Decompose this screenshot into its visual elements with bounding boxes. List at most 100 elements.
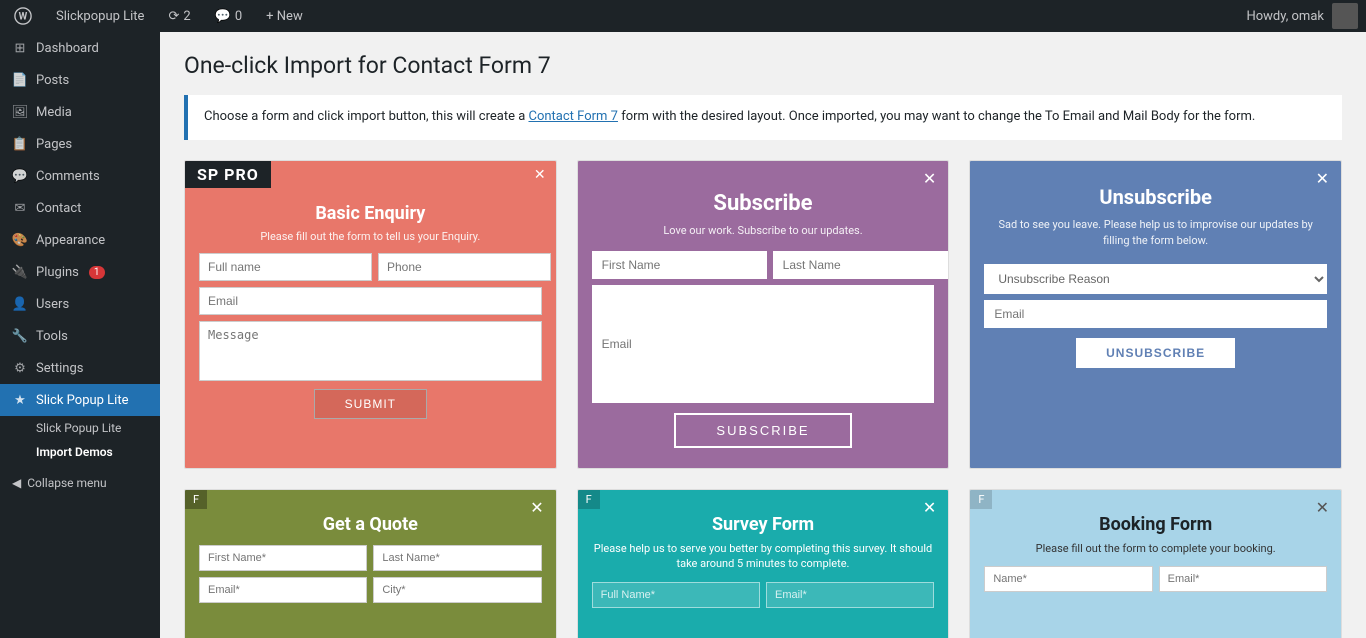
notice-text-before: Choose a form and click import button, t… [204, 109, 529, 124]
subitem-label-slick-popup-lite: Slick Popup Lite [36, 421, 121, 435]
admin-bar: W Slickpopup Lite ⟳ 2 💬 0 + New Howdy, o… [0, 0, 1366, 32]
sidebar-item-posts[interactable]: 📄 Posts [0, 64, 160, 96]
updates-button[interactable]: ⟳ 2 [162, 0, 196, 32]
sidebar-label-comments: Comments [36, 169, 100, 184]
notice-text-after: form with the desired layout. Once impor… [621, 109, 1255, 124]
contact-form-7-link[interactable]: Contact Form 7 [529, 109, 618, 124]
sidebar-item-slick-popup[interactable]: ★ Slick Popup Lite [0, 384, 160, 416]
form-preview-booking: F ✕ Booking Form Please fill out the for… [970, 490, 1341, 638]
email-input[interactable] [984, 300, 1327, 328]
fullname-input[interactable] [199, 253, 372, 281]
wp-logo-button[interactable]: W [8, 0, 38, 32]
updates-icon: ⟳ [168, 9, 179, 24]
form-footer-unsubscribe: Unsubscribe Form Import [970, 468, 1341, 469]
updates-count: 2 [183, 9, 190, 24]
firstname-input[interactable] [592, 251, 767, 279]
sidebar-label-media: Media [36, 105, 72, 120]
collapse-icon: ◀ [12, 476, 21, 490]
dashboard-icon: ⊞ [12, 40, 28, 56]
sidebar-label-slick-popup: Slick Popup Lite [36, 393, 129, 408]
users-icon: 👤 [12, 296, 28, 312]
fullname-input[interactable] [592, 582, 760, 608]
email-input[interactable] [199, 577, 367, 603]
sidebar-item-pages[interactable]: 📋 Pages [0, 128, 160, 160]
form-preview-subscribe: ✕ Subscribe Love our work. Subscribe to … [578, 161, 949, 468]
tools-icon: 🔧 [12, 328, 28, 344]
preview-heading: Unsubscribe [1099, 185, 1211, 209]
email-input[interactable] [592, 285, 935, 403]
howdy-label: Howdy, omak [1246, 9, 1324, 24]
new-content-button[interactable]: + New [260, 0, 309, 32]
preview-subtext: Sad to see you leave. Please help us to … [984, 217, 1327, 250]
new-label: + New [266, 9, 303, 24]
subscribe-button[interactable]: SUBSCRIBE [674, 413, 851, 448]
sidebar-item-settings[interactable]: ⚙ Settings [0, 352, 160, 384]
preview-heading: Survey Form [712, 514, 814, 535]
sidebar-label-settings: Settings [36, 361, 83, 376]
sidebar-label-plugins: Plugins [36, 265, 79, 280]
preview-heading: Get a Quote [323, 514, 418, 535]
reason-select[interactable]: Unsubscribe Reason [984, 264, 1327, 294]
sidebar-subitem-import-demos[interactable]: Import Demos [0, 440, 160, 464]
form-preview-basic-enquiry: SP PRO ✕ Basic Enquiry Please fill out t… [185, 161, 556, 468]
plugins-badge: 1 [89, 266, 105, 279]
sidebar-item-contact[interactable]: ✉ Contact [0, 192, 160, 224]
collapse-label: Collapse menu [27, 476, 106, 490]
collapse-menu-button[interactable]: ◀ Collapse menu [0, 468, 160, 498]
site-name-label: Slickpopup Lite [56, 9, 144, 24]
sidebar-item-users[interactable]: 👤 Users [0, 288, 160, 320]
email-input[interactable] [1159, 566, 1327, 592]
avatar [1332, 3, 1358, 29]
sidebar-item-comments[interactable]: 💬 Comments [0, 160, 160, 192]
sidebar-label-posts: Posts [36, 73, 69, 88]
preview-subtext: Love our work. Subscribe to our updates. [663, 224, 862, 237]
close-icon[interactable]: ✕ [530, 498, 543, 517]
sidebar-subitem-slick-popup-lite[interactable]: Slick Popup Lite [0, 416, 160, 440]
main-content: One-click Import for Contact Form 7 Choo… [160, 32, 1366, 638]
close-icon[interactable]: ✕ [1316, 498, 1329, 517]
message-input[interactable] [199, 321, 542, 381]
form-card-basic-enquiry: SP PRO ✕ Basic Enquiry Please fill out t… [184, 160, 557, 469]
sidebar-item-tools[interactable]: 🔧 Tools [0, 320, 160, 352]
sidebar-item-plugins[interactable]: 🔌 Plugins 1 [0, 256, 160, 288]
form-preview-unsubscribe: ✕ Unsubscribe Sad to see you leave. Plea… [970, 161, 1341, 468]
preview-heading: Subscribe [713, 191, 812, 216]
pro-corner-label: F [970, 490, 992, 509]
close-icon[interactable]: ✕ [923, 169, 936, 188]
form-preview-survey: F ✕ Survey Form Please help us to serve … [578, 490, 949, 638]
appearance-icon: 🎨 [12, 232, 28, 248]
email-input[interactable] [199, 287, 542, 315]
name-input[interactable] [984, 566, 1152, 592]
close-icon[interactable]: ✕ [923, 498, 936, 517]
submit-button[interactable]: SUBMIT [314, 389, 427, 419]
form-card-unsubscribe: ✕ Unsubscribe Sad to see you leave. Plea… [969, 160, 1342, 469]
close-icon[interactable]: ✕ [1316, 169, 1329, 188]
sidebar-label-dashboard: Dashboard [36, 41, 99, 56]
unsubscribe-button[interactable]: UNSUBSCRIBE [1076, 338, 1235, 368]
sidebar-label-tools: Tools [36, 329, 68, 344]
lastname-input[interactable] [773, 251, 948, 279]
form-card-subscribe: ✕ Subscribe Love our work. Subscribe to … [577, 160, 950, 469]
sidebar-label-pages: Pages [36, 137, 72, 152]
plugins-icon: 🔌 [12, 264, 28, 280]
sidebar-item-media[interactable]: 🖼 Media [0, 96, 160, 128]
comments-button[interactable]: 💬 0 [209, 0, 249, 32]
settings-icon: ⚙ [12, 360, 28, 376]
sidebar-label-contact: Contact [36, 201, 81, 216]
lastname-input[interactable] [373, 545, 541, 571]
form-card-booking: F ✕ Booking Form Please fill out the for… [969, 489, 1342, 638]
pages-icon: 📋 [12, 136, 28, 152]
sidebar-label-appearance: Appearance [36, 233, 105, 248]
svg-text:W: W [19, 12, 28, 23]
close-icon[interactable]: ✕ [534, 167, 546, 183]
pro-banner: SP PRO [185, 161, 271, 188]
site-name-button[interactable]: Slickpopup Lite [50, 0, 150, 32]
phone-input[interactable] [378, 253, 551, 281]
email-input[interactable] [766, 582, 934, 608]
sidebar-item-dashboard[interactable]: ⊞ Dashboard [0, 32, 160, 64]
firstname-input[interactable] [199, 545, 367, 571]
sidebar-item-appearance[interactable]: 🎨 Appearance [0, 224, 160, 256]
city-input[interactable] [373, 577, 541, 603]
form-card-quote: F ✕ Get a Quote Get a Quote Fo [184, 489, 557, 638]
form-footer-basic-enquiry: Basic Enquiry Form Import [185, 468, 556, 469]
